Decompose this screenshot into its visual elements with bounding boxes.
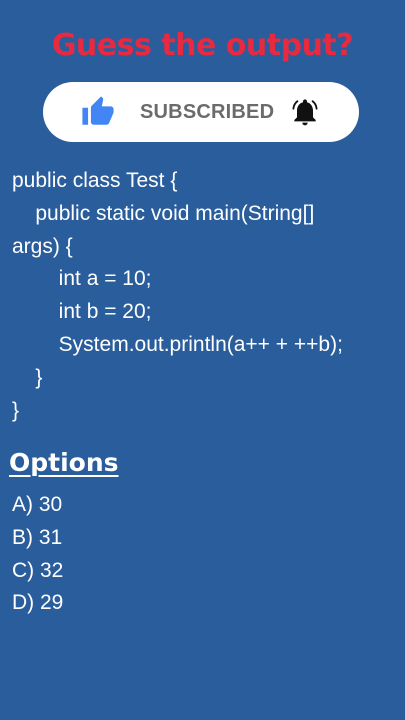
code-line: args) {	[12, 234, 73, 258]
code-line: }	[12, 365, 43, 389]
code-line: public class Test {	[12, 169, 178, 192]
thumbs-up-icon[interactable]	[81, 95, 115, 129]
option-c[interactable]: C) 32	[12, 555, 63, 588]
code-line: System.out.println(a++ + ++b);	[12, 332, 343, 356]
options-heading: Options	[9, 448, 119, 477]
page-title: Guess the output?	[51, 28, 354, 63]
code-line: int b = 20;	[12, 300, 152, 324]
options-list: A) 30 B) 31 C) 32 D) 29	[12, 489, 63, 620]
subscribed-pill[interactable]: SUBSCRIBED	[43, 82, 359, 142]
code-line: public static void main(String[]	[12, 201, 315, 225]
subscribed-label: SUBSCRIBED	[140, 101, 275, 123]
code-line: }	[12, 398, 20, 422]
option-b[interactable]: B) 31	[12, 522, 63, 555]
bell-icon[interactable]	[289, 96, 321, 128]
option-d[interactable]: D) 29	[12, 587, 63, 620]
option-a[interactable]: A) 30	[12, 489, 63, 522]
code-line: int a = 10;	[12, 267, 152, 291]
code-block: public class Test { public static void m…	[12, 165, 397, 427]
